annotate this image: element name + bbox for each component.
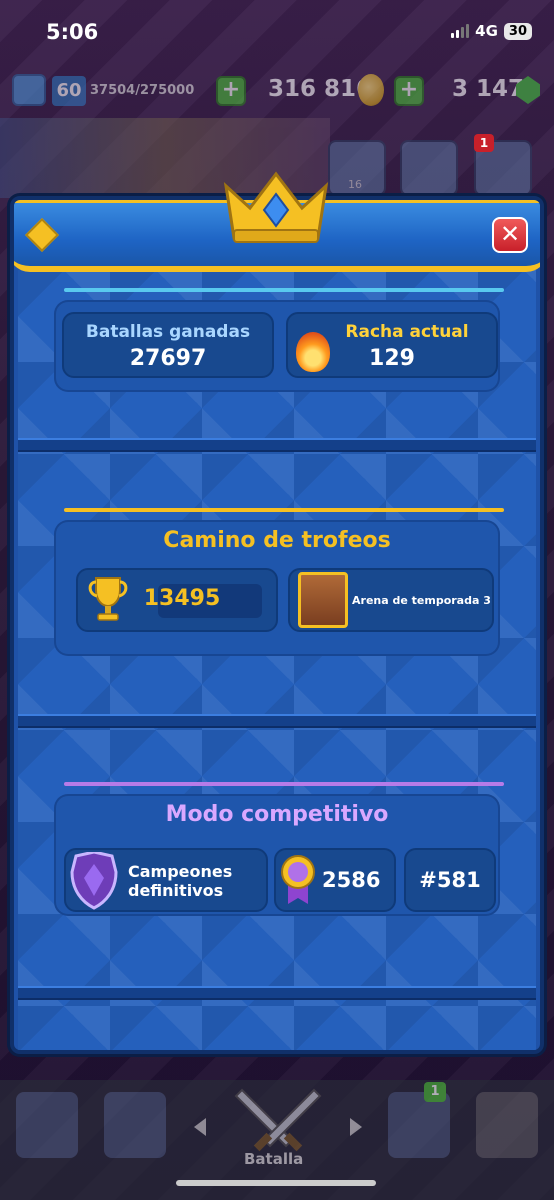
resource-bar: 60 37504/275000 + 316 816 + 3 147 <box>0 70 554 116</box>
nav-left-arrow[interactable] <box>194 1118 206 1136</box>
arena-box[interactable]: Arena de temporada 3 <box>288 568 494 632</box>
player-level: 60 <box>52 76 86 106</box>
arena-icon <box>298 572 348 628</box>
nav-events-tab[interactable] <box>476 1092 538 1158</box>
battery-indicator: 30 <box>503 22 532 40</box>
network-type: 4G <box>475 22 498 40</box>
friends-count: 16 <box>348 178 362 191</box>
news-button[interactable] <box>400 140 458 196</box>
rank-value: #581 <box>419 868 481 892</box>
friends-button[interactable]: 16 <box>328 140 386 196</box>
purple-divider <box>64 782 504 786</box>
diamond-icon <box>25 218 59 252</box>
gold-amount: 316 816 <box>268 76 373 102</box>
battles-won-value: 27697 <box>129 346 207 371</box>
battles-won-label: Batallas ganadas <box>85 322 251 342</box>
medals-box: 2586 <box>274 848 396 912</box>
medal-count: 2586 <box>322 868 381 892</box>
section-band <box>18 714 536 728</box>
buy-gold-button[interactable]: + <box>216 76 246 106</box>
section-band <box>18 986 536 1000</box>
experience-icon[interactable] <box>12 74 46 106</box>
trophies-box: 13495 <box>76 568 278 632</box>
nav-battle-label: Batalla <box>244 1150 304 1168</box>
league-box[interactable]: Campeones definitivos <box>64 848 268 912</box>
cyan-divider <box>64 288 504 292</box>
gold-coin-icon <box>358 74 384 106</box>
league-shield-icon <box>70 852 118 910</box>
gold-divider <box>64 508 504 512</box>
clan-notification-badge: 1 <box>424 1082 446 1102</box>
home-indicator <box>176 1180 376 1186</box>
crown-icon <box>223 171 329 243</box>
profile-stats-modal: Batallas ganadas 27697 Racha actual 129 … <box>10 196 544 1054</box>
medal-icon <box>281 855 315 904</box>
battles-won-box: Batallas ganadas 27697 <box>62 312 274 378</box>
trophy-count: 13495 <box>143 586 221 611</box>
section-band <box>18 438 536 452</box>
menu-notification-badge: 1 <box>474 134 494 152</box>
nav-right-arrow[interactable] <box>350 1118 362 1136</box>
rank-box: #581 <box>404 848 496 912</box>
nav-cards-tab[interactable] <box>104 1092 166 1158</box>
modal-body: Batallas ganadas 27697 Racha actual 129 … <box>18 270 536 1050</box>
arena-name: Arena de temporada 3 <box>352 594 491 607</box>
status-time: 5:06 <box>46 20 99 44</box>
nav-shop-tab[interactable] <box>16 1092 78 1158</box>
buy-gems-button[interactable]: + <box>394 76 424 106</box>
competitive-title: Modo competitivo <box>165 802 389 827</box>
trophy-road-title: Camino de trofeos <box>163 528 391 553</box>
league-name: Campeones definitivos <box>128 862 233 900</box>
crossed-swords-icon[interactable] <box>232 1084 324 1184</box>
close-button[interactable]: ✕ <box>492 217 528 253</box>
gem-amount: 3 147 <box>452 76 525 102</box>
signal-icon <box>451 24 470 38</box>
status-bar: 5:06 4G 30 <box>0 0 554 66</box>
experience-progress: 37504/275000 <box>90 83 195 98</box>
flame-icon <box>296 332 330 372</box>
